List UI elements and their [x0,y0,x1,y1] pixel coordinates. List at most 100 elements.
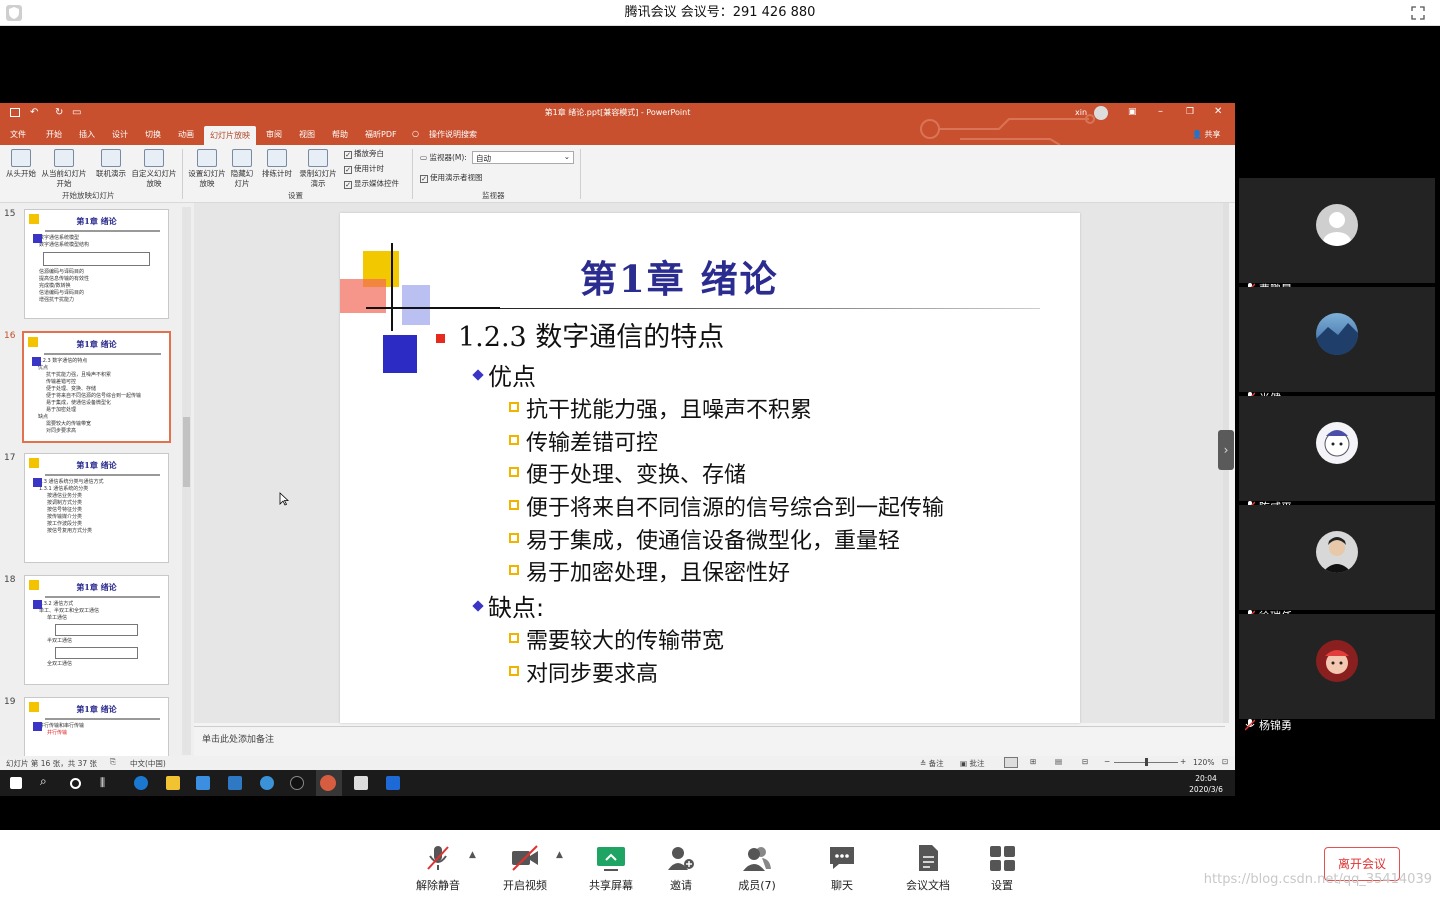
square-bullet-icon [509,467,519,477]
square-bullet-icon [509,500,519,510]
chat-label: 聊天 [831,879,853,892]
cortana-icon[interactable] [70,778,81,789]
thumbnail-line: 1.2.3 数字通信的特点 [38,358,88,364]
system-clock[interactable]: 20:04 2020/3/6 [1180,773,1232,795]
timing-checkbox[interactable]: ✓ 使用计时 [344,164,384,174]
slide-sorter-icon[interactable]: ⊞ [1030,757,1036,766]
tab-help[interactable]: 帮助 [332,129,348,140]
slide-thumbnail-18[interactable]: 第1章 绪论 1.3.2 通信方式 单工、半双工和全双工通信 单工通信 半双工通… [24,575,169,685]
task-view-icon[interactable]: ⫼ [100,776,114,790]
zoom-out-icon[interactable]: − [1104,757,1110,766]
meeting-toolbar: 解除静音 ▲ 开启视频 ▲ 共享屏幕 邀请 成员(7) 聊天 会议文档 设置 离… [0,830,1440,900]
ribbon-separator [412,149,413,199]
participant-list: ︿ 曹鹏晨 肖健 陈威平 徐瑞任 杨锦勇 [1239,178,1435,732]
camera-off-icon [510,844,540,872]
thumbnail-line: 按信号复用方式分类 [47,528,93,534]
audio-options-chevron-icon[interactable]: ▲ [469,850,476,860]
tab-animations[interactable]: 动画 [178,129,194,140]
current-slide[interactable]: 第1章 绪论 1.2.3 数字通信的特点 优点 抗干扰能力强，且噪声不积累 传输… [340,213,1080,723]
online-present-button[interactable]: 联机演示 [92,149,130,179]
windows-start-icon[interactable] [10,777,22,789]
monitor-select[interactable]: 自动 ⌄ [472,151,574,164]
tab-transitions[interactable]: 切换 [145,129,161,140]
tell-me-search[interactable]: 操作说明搜索 [429,129,477,140]
play-from-current-icon [54,149,74,167]
avatar [1316,531,1358,573]
tab-file[interactable]: 文件 [10,129,26,140]
thumbnail-line: 全双工通信 [47,661,73,667]
share-button[interactable]: 👤 共享 [1192,129,1221,140]
presenter-view-checkbox[interactable]: ✓ 使用演示者视图 [420,173,483,183]
zoom-level[interactable]: 120% [1193,758,1214,767]
slide-thumbnail-17[interactable]: 第1章 绪论 1.3 通信系统分类与通信方式 1.3.1 通信系统的分类 按通信… [24,453,169,563]
thumbnail-line: 信源编码与译码目的 [39,269,85,275]
mail-icon[interactable] [228,776,242,790]
hide-slide-button[interactable]: 隐藏幻灯片 [228,149,256,189]
browser-icon[interactable] [260,776,274,790]
fit-to-window-icon[interactable]: ⊡ [1222,757,1228,766]
record-button[interactable]: 录制幻灯片演示 [296,149,340,189]
tab-view[interactable]: 视图 [299,129,315,140]
participant-tile[interactable]: 肖健 [1239,287,1435,405]
from-current-button[interactable]: 从当前幻灯片开始 [40,149,88,189]
app-icon[interactable] [354,776,368,790]
custom-show-button[interactable]: 自定义幻灯片放映 [130,149,178,189]
normal-view-icon[interactable] [1004,757,1018,768]
thumbnail-line: 提高信息传输的有效性 [39,276,90,282]
thumbnail-number: 19 [4,697,16,707]
spellcheck-icon[interactable]: ⎘ [110,757,116,767]
rehearse-button[interactable]: 排练计时 [258,149,296,179]
thumbnail-scroll-thumb[interactable] [183,417,190,487]
chat-button[interactable]: 聊天 [797,844,887,893]
share-label: 共享 [1204,130,1221,139]
members-button[interactable]: 成员(7) [712,844,802,893]
reading-view-icon[interactable]: ▤ [1055,757,1062,766]
comments-toggle[interactable]: ▣ 批注 [960,758,984,769]
ribbon-pattern [920,114,1095,145]
notes-toggle-label: 备注 [928,759,944,768]
participant-tile[interactable]: 曹鹏晨 [1239,178,1435,296]
tab-foxit-pdf[interactable]: 福昕PDF [365,129,397,140]
slide-thumbnail-16[interactable]: 第1章 绪论 1.2.3 数字通信的特点 优点 抗干扰能力强，且噪声不积累 传输… [22,331,171,443]
media-controls-checkbox[interactable]: ✓ 显示媒体控件 [344,179,399,189]
collapse-sidebar-button[interactable]: › [1218,430,1234,470]
thumbnail-line: 半双工通信 [47,638,73,644]
file-explorer-icon[interactable] [166,776,180,790]
qq-icon[interactable] [290,776,304,790]
zoom-slider-thumb[interactable] [1145,758,1148,766]
tab-home[interactable]: 开始 [46,129,62,140]
notes-toggle[interactable]: ≙ 备注 [920,758,944,769]
slide-thumbnail-19[interactable]: 第1章 绪论 并行传输和串行传输 并行传输 [24,697,169,758]
tab-design[interactable]: 设计 [112,129,128,140]
slideshow-view-icon[interactable]: ⊟ [1082,757,1088,766]
zoom-in-icon[interactable]: + [1180,757,1186,766]
tab-review[interactable]: 审阅 [266,129,282,140]
tab-insert[interactable]: 插入 [79,129,95,140]
pro-item: 易于集成，使通信设备微型化，重量轻 [526,529,901,554]
participant-tile[interactable]: 徐瑞任 [1239,505,1435,623]
pro-item: 便于处理、变换、存储 [526,463,747,488]
comments-toggle-label: 批注 [969,759,985,768]
participant-tile[interactable]: 杨锦勇 [1239,614,1435,732]
search-icon[interactable]: ⌕ [40,774,54,788]
tab-slideshow[interactable]: 幻灯片放映 [204,126,256,145]
thumbnail-scrollbar[interactable] [182,207,191,755]
edge-icon[interactable] [134,776,148,790]
narration-checkbox[interactable]: ✓ 播放旁白 [344,149,384,159]
slide-thumbnail-15[interactable]: 第1章 绪论 数字通信系统模型 数字通信系统模型结构 信源编码与译码目的 提高信… [24,209,169,319]
close-icon[interactable]: ✕ [1214,106,1222,117]
meeting-app-icon[interactable] [386,776,400,790]
fullscreen-icon[interactable] [1410,5,1426,21]
thumbnail-rule [44,353,161,355]
language[interactable]: 中文(中国) [130,758,166,769]
video-options-chevron-icon[interactable]: ▲ [556,850,563,860]
square-bullet-icon [509,435,519,445]
decor-square [29,214,39,224]
chevron-down-icon: ⌄ [563,152,570,161]
participant-tile[interactable]: 陈威平 [1239,396,1435,514]
setup-show-button[interactable]: 设置幻灯片放映 [186,149,228,189]
settings-button[interactable]: 设置 [957,844,1047,893]
from-start-button[interactable]: 从头开始 [4,149,38,179]
notes-pane[interactable]: 单击此处添加备注 [194,726,1225,755]
store-icon[interactable] [196,776,210,790]
